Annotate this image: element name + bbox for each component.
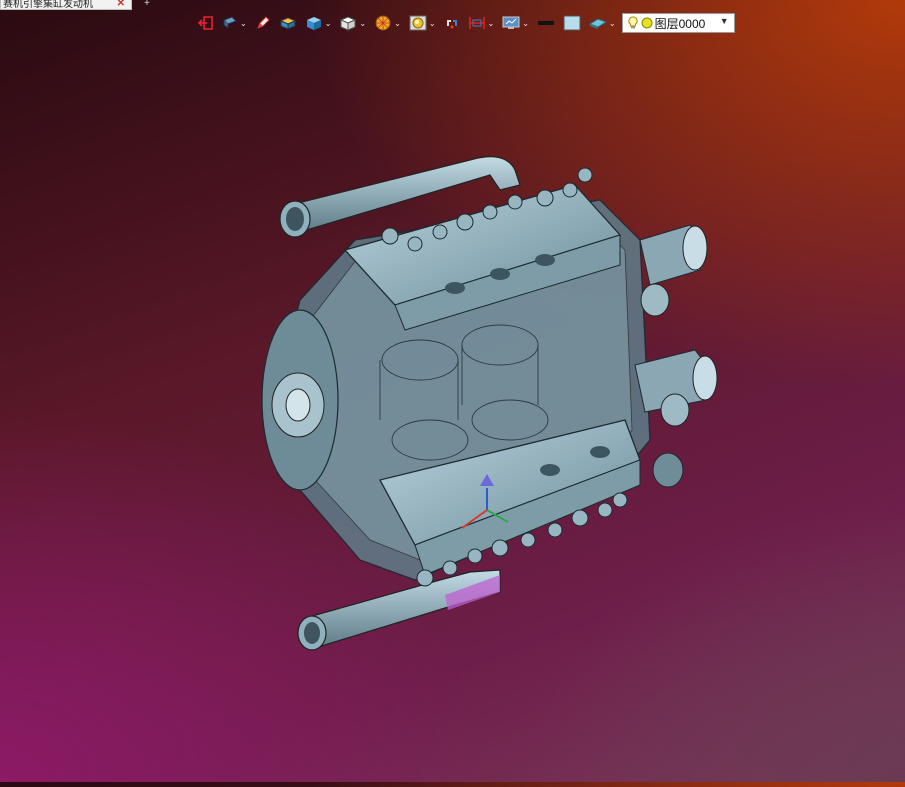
monitor-icon — [502, 16, 520, 29]
exit-button[interactable] — [196, 12, 216, 34]
new-tab-button[interactable]: + — [144, 0, 150, 9]
layer-box-icon — [279, 17, 296, 30]
chevron-down-icon: ⌄ — [487, 18, 495, 28]
display-filter-button[interactable]: ⌄ — [407, 12, 438, 34]
lightbulb-icon — [628, 16, 638, 29]
close-icon[interactable]: ✕ — [117, 0, 125, 9]
document-tab[interactable]: 赛机引擎集缸发动机 ✕ — [0, 0, 132, 10]
chevron-down-icon: ⌄ — [324, 18, 332, 28]
section-icon — [468, 17, 485, 29]
wire-cube-icon — [340, 16, 357, 31]
wire-cube-button[interactable]: ⌄ — [337, 12, 368, 34]
layer-select-value: 图层0000 — [654, 16, 706, 31]
surface-icon — [588, 18, 607, 29]
display-filter-icon — [409, 15, 427, 31]
snap-icon — [446, 20, 457, 29]
dropdown-arrow-icon[interactable]: ▼ — [720, 16, 729, 26]
section-button[interactable]: ⌄ — [466, 12, 497, 34]
pencil-button[interactable] — [253, 12, 273, 34]
flywheel[interactable] — [261, 309, 339, 491]
chevron-down-icon: ⌄ — [428, 18, 436, 28]
surface-button[interactable]: ⌄ — [587, 12, 618, 34]
snap-button[interactable] — [442, 12, 462, 34]
shaded-cube-icon — [306, 17, 321, 30]
color-swatch-button[interactable] — [561, 12, 583, 34]
monitor-button[interactable]: ⌄ — [500, 12, 531, 34]
chevron-down-icon: ⌄ — [394, 18, 401, 28]
line-style-icon — [537, 21, 554, 25]
view-toolbar: ⌄ ⌄ ⌄ ⌄ ⌄ ⌄ ⌄ ⌄ 图层0000 ▼ — [196, 11, 735, 35]
view-orient-button[interactable]: ⌄ — [220, 12, 249, 34]
lower-exhaust-pipe[interactable] — [297, 569, 501, 651]
view-orient-icon — [223, 16, 237, 29]
chevron-down-icon: ⌄ — [608, 18, 616, 28]
layer-color-icon — [641, 17, 653, 29]
layer-select[interactable]: 图层0000 ▼ — [621, 13, 735, 33]
document-tab-title: 赛机引擎集缸发动机 — [3, 0, 93, 10]
engine-model[interactable] — [0, 36, 905, 782]
render-button[interactable]: ⌄ — [372, 12, 403, 34]
line-style-button[interactable] — [535, 12, 557, 34]
render-ball-icon — [375, 15, 391, 31]
chevron-down-icon: ⌄ — [359, 18, 367, 28]
color-swatch-icon — [563, 15, 581, 31]
chevron-down-icon: ⌄ — [522, 18, 529, 28]
chevron-down-icon: ⌄ — [240, 18, 247, 28]
3d-viewport[interactable] — [0, 36, 905, 782]
layer-box-button[interactable] — [277, 12, 299, 34]
shaded-cube-button[interactable]: ⌄ — [303, 12, 334, 34]
exit-sketch-icon — [198, 16, 213, 30]
pencil-icon — [256, 16, 270, 29]
upper-air-filter[interactable] — [639, 224, 708, 317]
